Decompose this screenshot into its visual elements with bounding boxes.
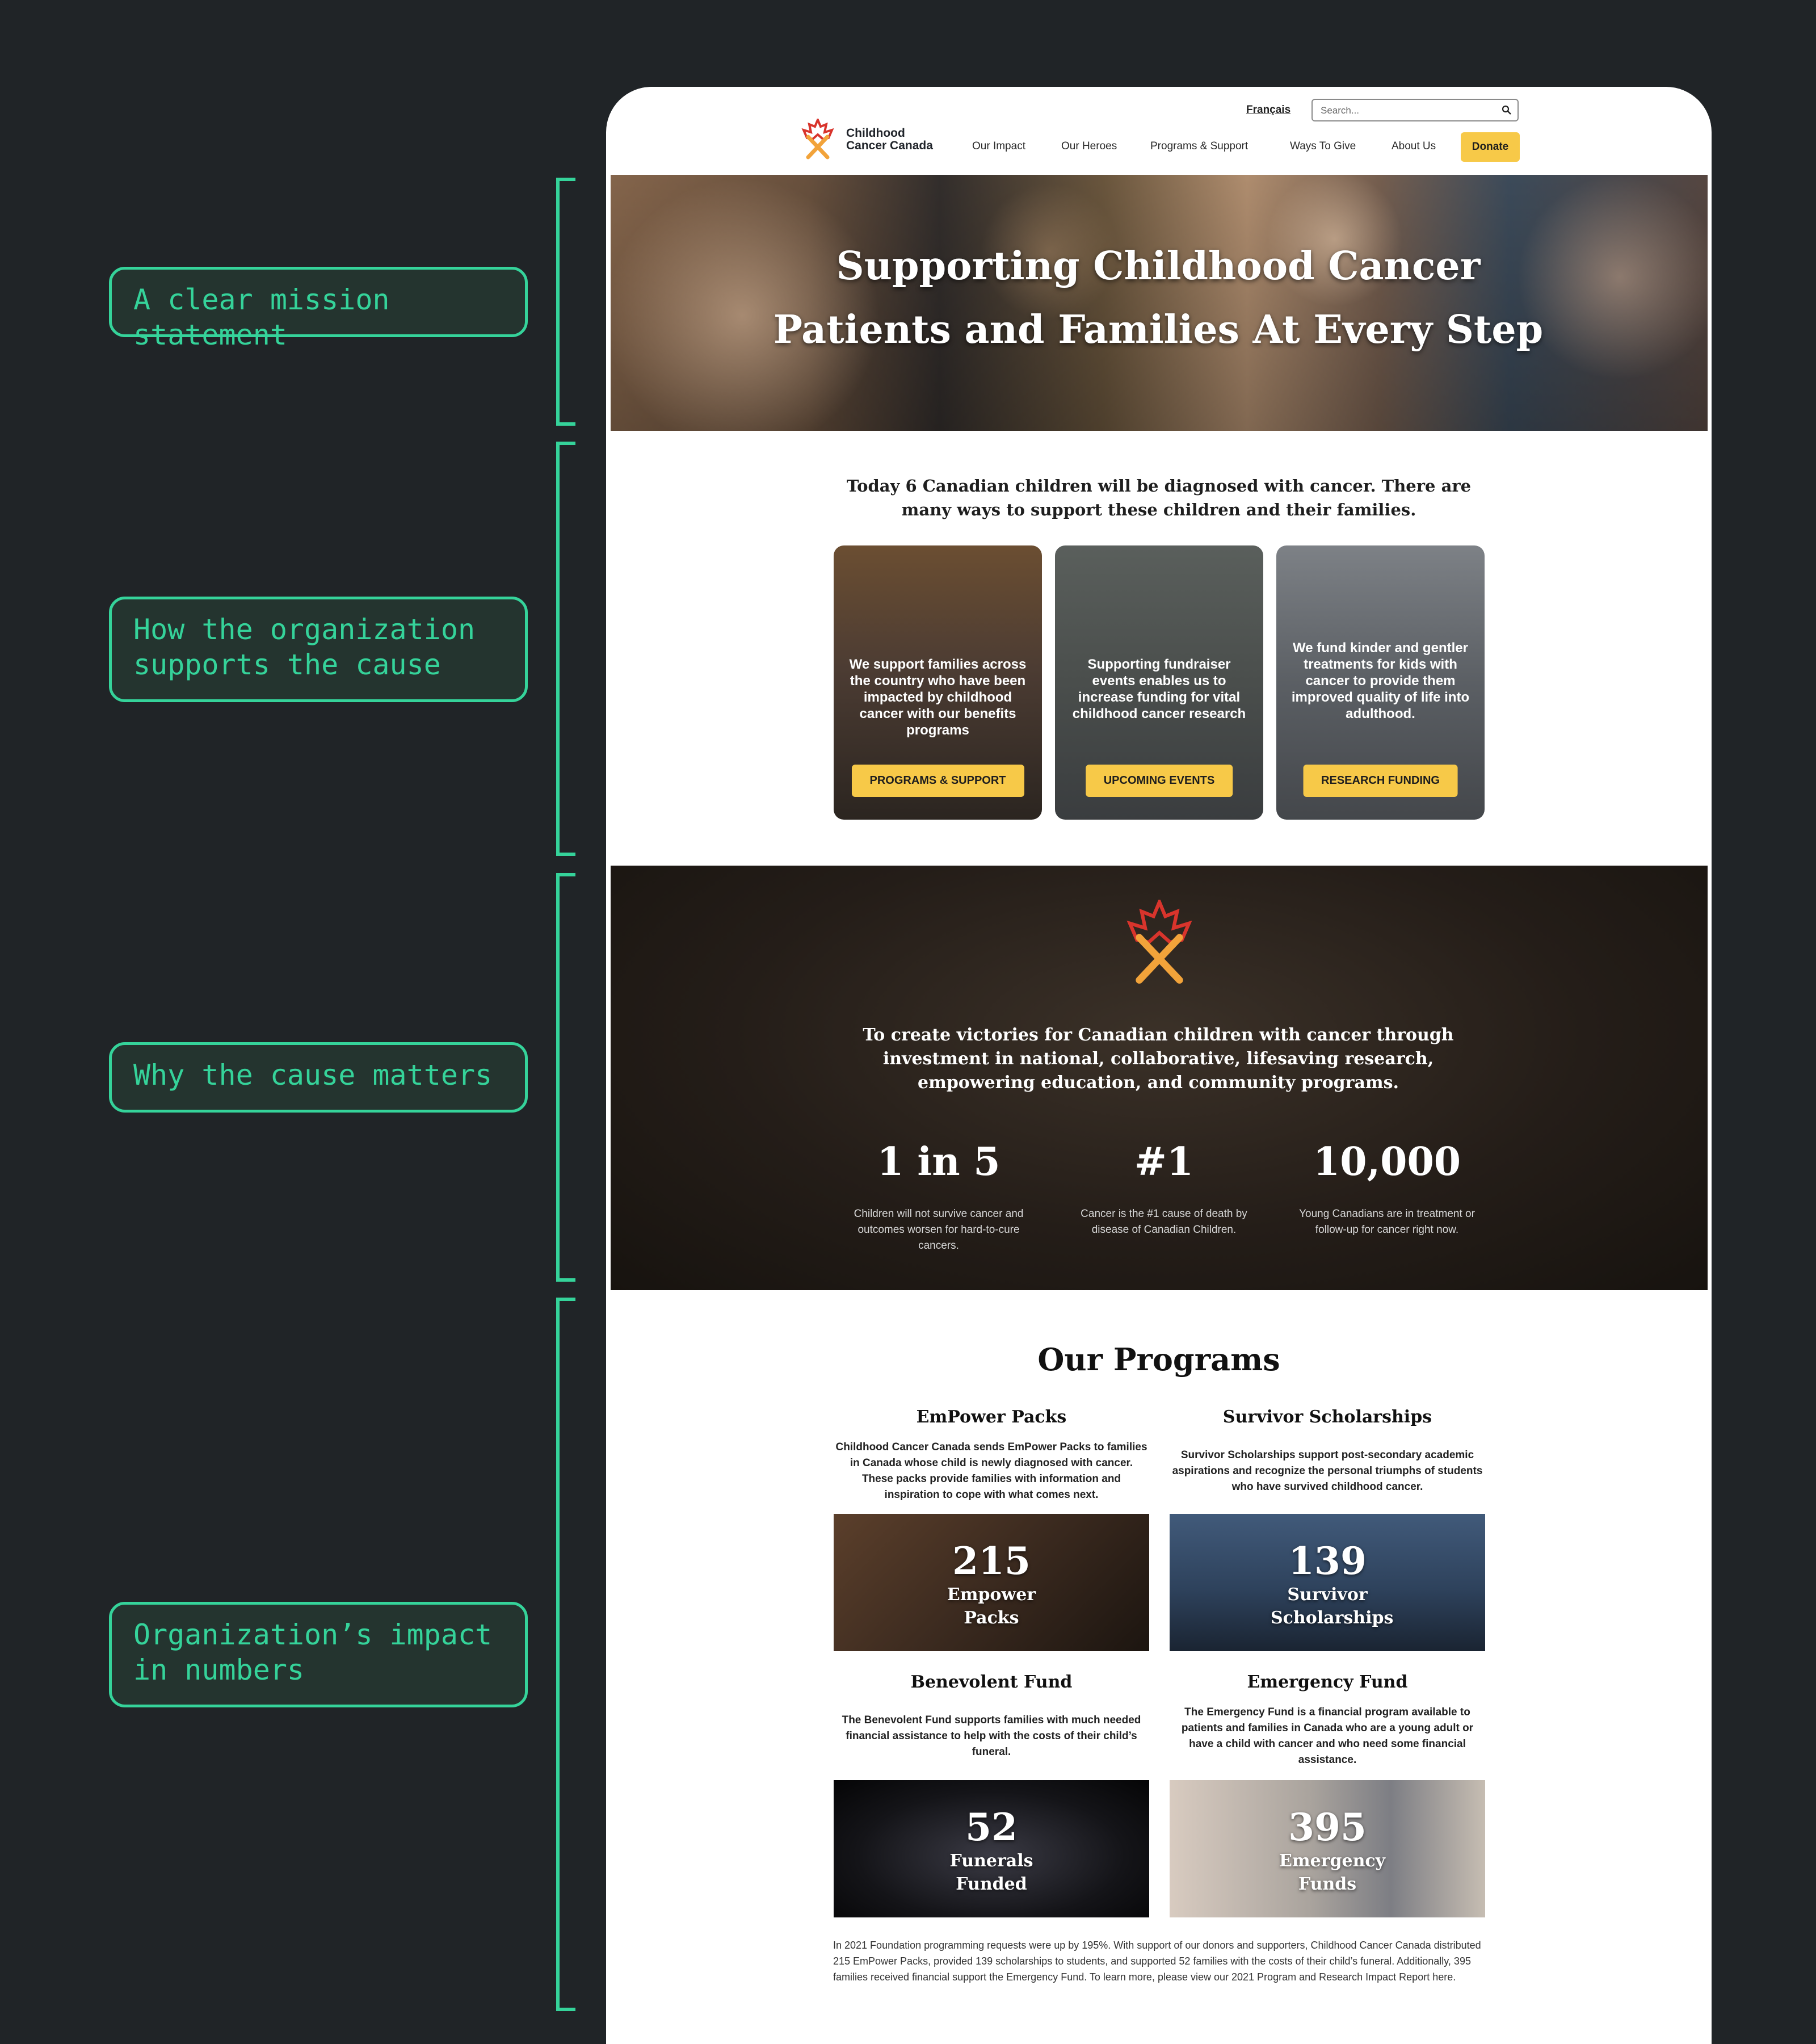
nav-about-us[interactable]: About Us: [1392, 140, 1436, 153]
program-stat-number: 139: [1288, 1539, 1367, 1583]
intro-text: Today 6 Canadian children will be diagno…: [846, 476, 1472, 519]
program-title: Survivor Scholarships: [1222, 1407, 1432, 1427]
callout-label: How the organization supports the cause: [133, 613, 476, 681]
program-stat-emergency-funds: 395 Emergency Funds: [1170, 1780, 1485, 1917]
language-link[interactable]: Français: [1246, 104, 1290, 116]
programs-support-button[interactable]: PROGRAMS & SUPPORT: [851, 765, 1024, 797]
mission-section: To create victories for Canadian childre…: [611, 866, 1708, 1290]
program-stat-number: 395: [1288, 1805, 1367, 1849]
bracket-impact: [556, 1298, 575, 2011]
program-stat-label: Empower Packs: [947, 1585, 1036, 1628]
callout-how-supports: How the organization supports the cause: [109, 597, 528, 702]
callout-label: Organization’s impact in numbers: [133, 1618, 493, 1686]
brand-line-1: Childhood: [846, 127, 905, 140]
nav-ways-to-give[interactable]: Ways To Give: [1290, 140, 1356, 153]
program-stat-label: Emergency Funds: [1279, 1851, 1386, 1894]
stat-description: Cancer is the #1 cause of death by disea…: [1081, 1208, 1247, 1236]
mission-statement: To create victories for Canadian childre…: [863, 1025, 1454, 1093]
nav-our-heroes[interactable]: Our Heroes: [1061, 140, 1117, 153]
brand-name[interactable]: Childhood Cancer Canada: [846, 127, 933, 152]
hero-banner: Supporting Childhood Cancer Patients and…: [611, 175, 1708, 431]
stat-description: Children will not survive cancer and out…: [854, 1208, 1024, 1252]
program-stat-empower-packs: 215 Empower Packs: [834, 1514, 1149, 1651]
nav-programs-support[interactable]: Programs & Support: [1150, 140, 1248, 153]
upcoming-events-button[interactable]: UPCOMING EVENTS: [1085, 765, 1233, 797]
program-stat-label: Funerals Funded: [949, 1851, 1033, 1894]
website-frame: Childhood Cancer Canada Français Search.…: [606, 87, 1712, 2044]
callout-mission-statement: A clear mission statement: [109, 267, 528, 351]
donate-button[interactable]: Donate: [1461, 132, 1520, 162]
nav-our-impact[interactable]: Our Impact: [972, 140, 1025, 153]
program-stat-survivor-scholarships: 139 Survivor Scholarships: [1170, 1514, 1485, 1651]
maple-leaf-logo-icon[interactable]: [800, 119, 835, 160]
card-text: We support families across the country w…: [849, 657, 1027, 738]
stat-value: 10,000: [1313, 1139, 1461, 1185]
card-text: Supporting fundraiser events enables us …: [1072, 657, 1246, 721]
callout-impact-numbers: Organization’s impact in numbers: [109, 1602, 528, 1707]
hero-title: Supporting Childhood Cancer Patients and…: [773, 244, 1544, 352]
stat-value: 1 in 5: [877, 1139, 1001, 1185]
program-stat-number: 215: [952, 1539, 1031, 1583]
brand-line-2: Cancer Canada: [846, 139, 933, 152]
program-description: The Emergency Fund is a financial progra…: [1181, 1706, 1474, 1766]
card-research-funding: We fund kinder and gentler treatments fo…: [1276, 545, 1485, 820]
callout-label: Why the cause matters: [133, 1059, 493, 1092]
card-upcoming-events: Supporting fundraiser events enables us …: [1055, 545, 1263, 820]
card-text: We fund kinder and gentler treatments fo…: [1291, 640, 1470, 721]
search-input[interactable]: Search...: [1311, 99, 1519, 121]
research-funding-button[interactable]: RESEARCH FUNDING: [1303, 765, 1458, 797]
program-stat-label: Survivor Scholarships: [1271, 1585, 1394, 1628]
bracket-support: [556, 442, 575, 856]
stat-value: #1: [1134, 1139, 1194, 1185]
bracket-mission: [556, 178, 575, 426]
program-title: EmPower Packs: [916, 1407, 1067, 1427]
program-stat-number: 52: [965, 1805, 1018, 1849]
program-stat-funerals-funded: 52 Funerals Funded: [834, 1780, 1149, 1917]
search-placeholder: Search...: [1321, 105, 1360, 116]
programs-summary: In 2021 Foundation programming requests …: [833, 1940, 1481, 1983]
program-description: The Benevolent Fund supports families wi…: [842, 1714, 1141, 1758]
program-description: Survivor Scholarships support post-secon…: [1172, 1449, 1483, 1493]
bracket-why: [556, 873, 575, 1282]
stat-description: Young Canadians are in treatment or foll…: [1299, 1208, 1475, 1236]
programs-heading: Our Programs: [1037, 1341, 1280, 1378]
maple-leaf-emblem-icon: [1126, 900, 1192, 984]
program-title: Benevolent Fund: [910, 1672, 1073, 1692]
card-programs-support: We support families across the country w…: [834, 545, 1042, 820]
callout-why-matters: Why the cause matters: [109, 1042, 528, 1113]
search-icon[interactable]: [1502, 105, 1512, 115]
program-title: Emergency Fund: [1247, 1672, 1408, 1692]
callout-label: A clear mission statement: [133, 283, 390, 351]
program-description: Childhood Cancer Canada sends EmPower Pa…: [835, 1441, 1147, 1501]
